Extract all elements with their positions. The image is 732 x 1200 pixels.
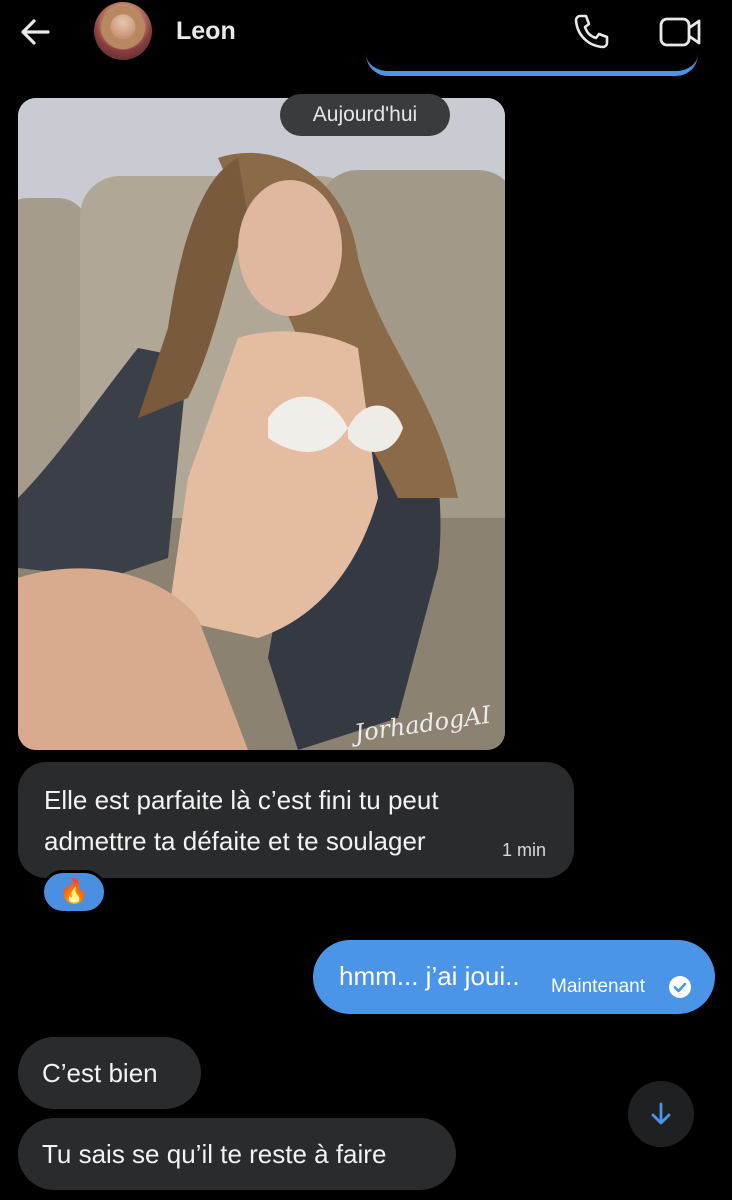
fire-reaction[interactable]: 🔥 [41,870,107,914]
video-camera-icon [659,17,701,47]
arrow-down-icon [651,1102,671,1125]
message-text: C’est bien [42,1058,158,1088]
date-separator: Aujourd'hui [280,94,450,136]
phone-icon [574,14,609,49]
message-text-line: Elle est parfaite là c’est fini tu peut [44,785,439,815]
video-call-button[interactable] [658,14,702,50]
fire-icon: 🔥 [59,878,89,905]
message-timestamp: Maintenant [551,976,646,997]
received-message[interactable]: Tu sais se qu’il te reste à faire [18,1118,456,1190]
contact-name[interactable]: Leon [176,17,236,46]
voice-call-button[interactable] [572,12,610,50]
previous-message-edge [366,52,698,76]
back-arrow-icon [21,19,50,45]
photo-message[interactable]: JorhadogAI [18,98,505,750]
received-message[interactable]: C’est bien [18,1037,201,1109]
scroll-to-bottom-button[interactable] [628,1081,694,1147]
message-text-line: admettre ta défaite et te soulager [44,826,426,856]
message-timestamp: 1 min [501,840,546,860]
message-text: hmm... j’ai joui.. [339,961,520,991]
sent-message[interactable]: hmm... j’ai joui.. Maintenant [313,940,715,1014]
photo-illustration [18,98,505,750]
message-text: Tu sais se qu’il te reste à faire [42,1139,387,1169]
back-button[interactable] [18,14,54,50]
received-message[interactable]: Elle est parfaite là c’est fini tu peut … [18,762,574,878]
read-check-icon [669,976,691,998]
avatar[interactable] [94,2,152,60]
